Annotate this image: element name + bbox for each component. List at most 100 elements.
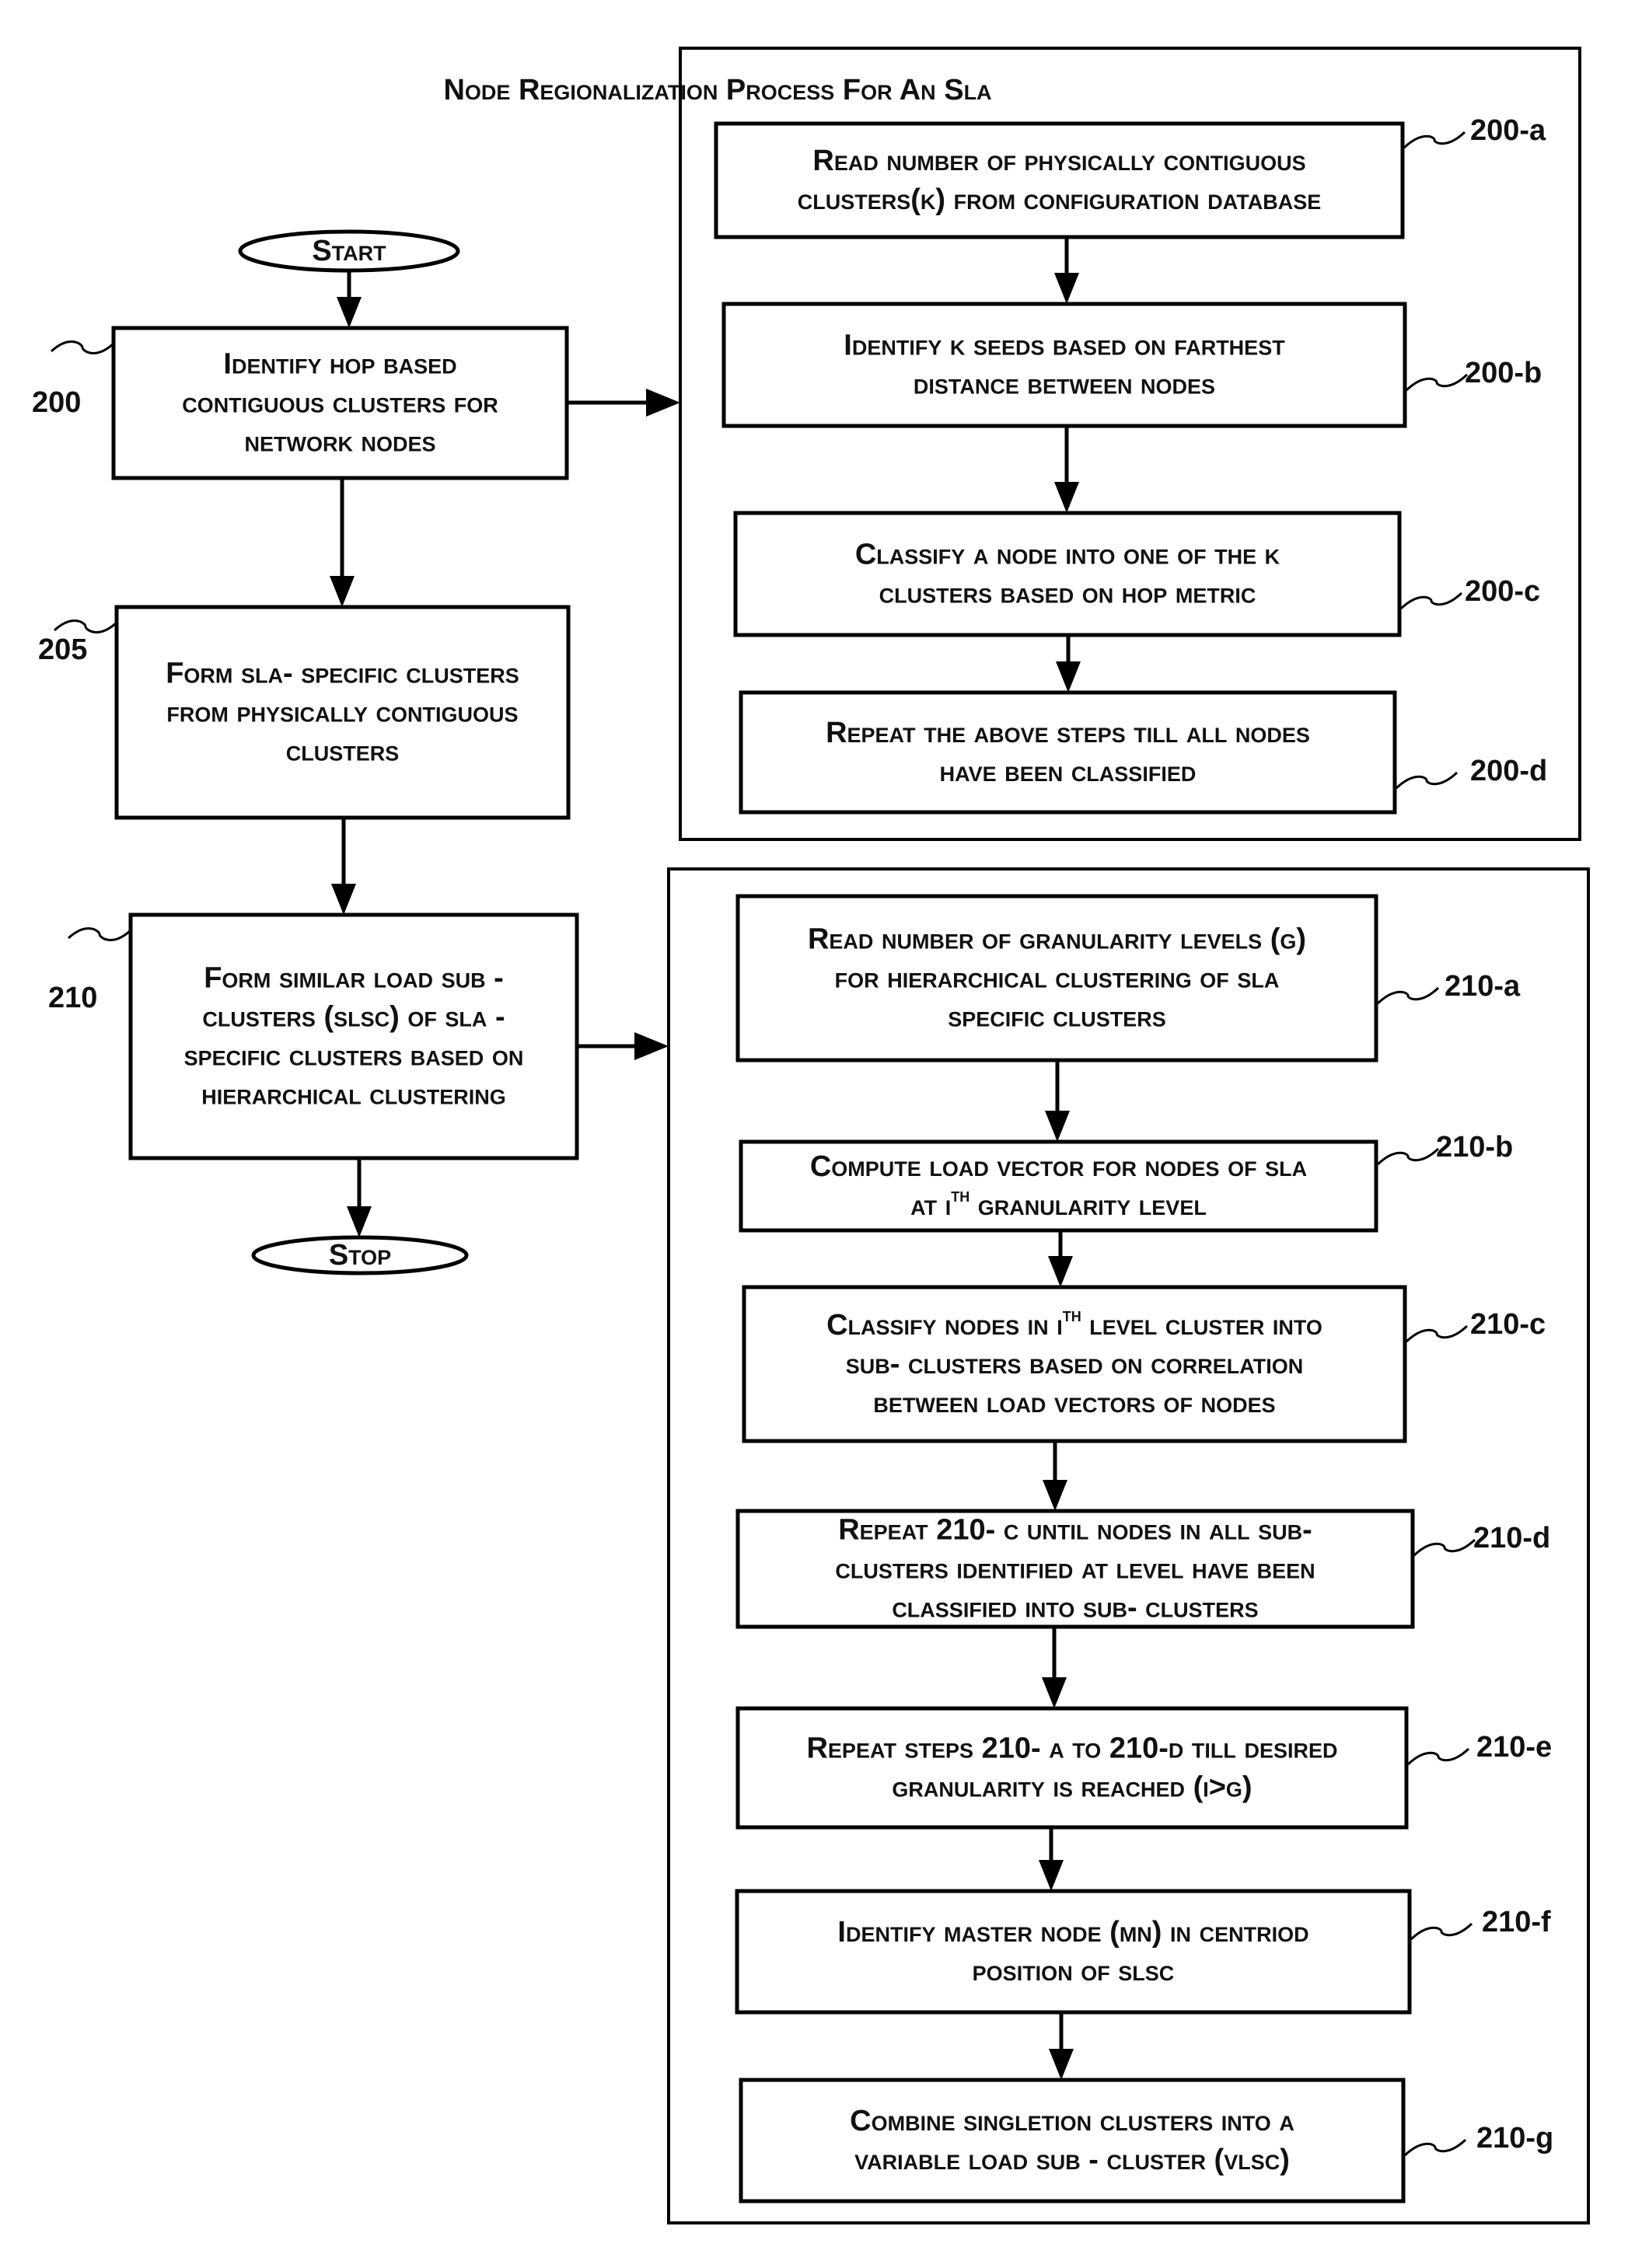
- leader-squiggle: [1413, 1538, 1476, 1557]
- step-210-d-line: clusters identified at level have been: [835, 1553, 1315, 1586]
- step-210-c-line: sub- clusters based on correlation: [846, 1348, 1303, 1380]
- start-label: Start: [312, 235, 386, 267]
- leader-squiggle: [53, 619, 118, 633]
- arrow-210-2: [1043, 1441, 1067, 1511]
- step-200-a-line: Read number of physically contiguous: [812, 145, 1305, 177]
- leader-squiggle: [1376, 986, 1440, 1005]
- step-210-f: Identify master node (mn) in centriod pos…: [735, 1889, 1551, 2015]
- step-200-c-ref-label: 200-c: [1465, 575, 1540, 608]
- arrowhead-icon: [347, 1206, 372, 1237]
- step-210-g-ref-label: 210-g: [1476, 2122, 1553, 2155]
- step-200-c-box: [733, 511, 1402, 637]
- arrow-200a-to-200b: [1054, 237, 1079, 304]
- step-200-c: Classify a node into one of the k cluster…: [733, 511, 1540, 637]
- arrow-210-3: [1042, 1627, 1067, 1708]
- step-210-c-line: between load vectors of nodes: [873, 1387, 1275, 1419]
- step-200-d-ref-label: 200-d: [1470, 755, 1547, 787]
- arrowhead-icon: [1043, 1480, 1067, 1511]
- main-step-210-box: [128, 912, 579, 1160]
- step-210-a-ref-label: 210-a: [1445, 970, 1521, 1003]
- main-step-200-line: network nodes: [244, 426, 435, 459]
- main-step-210-line: Form similar load sub -: [204, 962, 504, 995]
- arrowhead-icon: [646, 389, 680, 417]
- arrow-205-to-210: [331, 818, 356, 915]
- step-200-d-line: Repeat the above steps till all nodes: [826, 717, 1310, 749]
- leader-squiggle: [1406, 1747, 1470, 1766]
- main-step-205-line: from physically contiguous: [166, 696, 518, 729]
- leader-squiggle: [1403, 2138, 1467, 2157]
- arrow-210-to-stop: [347, 1158, 372, 1237]
- step-210-g-line: variable load sub - cluster (vlsc): [854, 2144, 1290, 2176]
- arrowhead-icon: [331, 884, 356, 915]
- arrow-210-4: [1039, 1827, 1064, 1891]
- main-step-210-line: specific clusters based on: [184, 1040, 524, 1073]
- leader-squiggle: [50, 340, 115, 354]
- main-step-210: Form similar load sub - clusters (slsc) o…: [48, 912, 579, 1160]
- leader-squiggle: [1410, 1922, 1473, 1941]
- step-210-f-ref-label: 210-f: [1482, 1906, 1551, 1938]
- step-210-g-line: Combine singletion clusters into a: [850, 2105, 1294, 2137]
- arrowhead-icon: [634, 1032, 669, 1060]
- arrowhead-icon: [1056, 661, 1081, 693]
- arrowhead-icon: [1054, 273, 1079, 304]
- step-200-b-line: distance between nodes: [914, 368, 1215, 401]
- step-210-e-line: granularity is reached (i>g): [892, 1771, 1252, 1804]
- step-200-d-line: have been classified: [940, 755, 1197, 788]
- main-step-210-line: hierarchical clustering: [201, 1079, 506, 1111]
- step-210-a-line: specific clusters: [948, 1001, 1166, 1034]
- step-200-a-ref-label: 200-a: [1470, 114, 1546, 147]
- step-210-a-line: for hierarchical clustering of sla: [835, 962, 1280, 995]
- step-210-c-ref-label: 210-c: [1470, 1308, 1546, 1341]
- step-210-d-line: Repeat 210- c until nodes in all sub-: [838, 1514, 1312, 1547]
- step-210-a: Read number of granularity levels (g) for…: [735, 894, 1521, 1062]
- step-210-b-ref-label: 210-b: [1436, 1131, 1513, 1164]
- main-step-205-line: clusters: [286, 735, 400, 768]
- arrow-210-5: [1049, 2012, 1074, 2080]
- process-steps: Identify hop based contiguous clusters fo…: [32, 114, 1553, 2203]
- leader-squiggle: [1405, 373, 1469, 392]
- arrowhead-icon: [1049, 2049, 1074, 2080]
- leader-squiggle: [1403, 131, 1466, 149]
- main-step-205-ref-label: 205: [38, 633, 87, 666]
- main-step-205-line: Form sla- specific clusters: [166, 658, 519, 690]
- step-200-b-line: Identify k seeds based on farthest: [844, 330, 1285, 362]
- arrow-200-to-group: [567, 389, 680, 417]
- arrowhead-icon: [1045, 1111, 1070, 1142]
- stop-label: Stop: [329, 1239, 391, 1272]
- step-210-b-line: Compute load vector for nodes of sla: [810, 1150, 1307, 1183]
- leader-squiggle: [1399, 591, 1463, 610]
- arrowhead-icon: [1042, 1677, 1067, 1708]
- step-210-a-line: Read number of granularity levels (g): [808, 923, 1306, 956]
- step-200-a-line: clusters(k) from configuration database: [798, 183, 1321, 216]
- step-210-b: Compute load vector for nodes of slaat i…: [739, 1131, 1513, 1233]
- step-200-d: Repeat the above steps till all nodes hav…: [739, 690, 1547, 815]
- step-210-f-line: position of slsc: [973, 1955, 1175, 1987]
- step-210-e-ref-label: 210-e: [1476, 1731, 1552, 1764]
- step-210-e-line: Repeat steps 210- a to 210-d till desire…: [806, 1732, 1337, 1765]
- arrow-200b-to-200c: [1054, 426, 1079, 513]
- arrow-200-to-205: [330, 478, 355, 607]
- diagram-title: Node Regionalization Process For An Sla: [443, 74, 991, 106]
- step-210-c: Classify nodes in ith level cluster into…: [742, 1285, 1546, 1443]
- step-200-b-box: [721, 302, 1407, 428]
- main-step-210-ref-label: 210: [48, 982, 97, 1014]
- main-step-200: Identify hop based contiguous clusters fo…: [32, 326, 569, 480]
- flowchart: Node Regionalization Process For An Sla …: [32, 47, 1590, 2224]
- start-terminal: Start: [238, 229, 460, 273]
- stop-terminal: Stop: [251, 1235, 469, 1275]
- step-210-e-box: [735, 1706, 1409, 1830]
- arrowhead-icon: [1054, 482, 1079, 513]
- step-210-g: Combine singletion clusters into a variab…: [739, 2078, 1553, 2203]
- step-200-c-line: Classify a node into one of the k: [855, 539, 1280, 571]
- leader-squiggle: [1395, 771, 1459, 790]
- step-200-d-box: [739, 690, 1397, 815]
- arrow-start-to-200: [337, 270, 362, 328]
- step-210-d-line: classified into sub- clusters: [892, 1592, 1258, 1624]
- leader-squiggle: [1405, 1324, 1469, 1343]
- step-210-e: Repeat steps 210- a to 210-d till desire…: [735, 1706, 1552, 1830]
- arrowhead-icon: [330, 576, 355, 607]
- arrow-210-to-group: [577, 1032, 669, 1060]
- arrowhead-icon: [337, 297, 362, 328]
- arrowhead-icon: [1048, 1256, 1073, 1287]
- step-200-b-ref-label: 200-b: [1465, 357, 1542, 389]
